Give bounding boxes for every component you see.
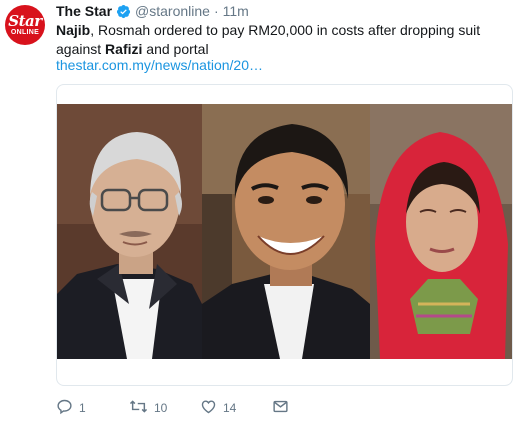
retweet-icon xyxy=(129,398,148,418)
photo-man-grey-hair xyxy=(57,104,202,359)
mention-rafizi: Rafizi xyxy=(105,41,143,57)
retweet-button[interactable]: 10 xyxy=(129,398,167,418)
tweet-header: The Star @staronline · 11m xyxy=(56,3,249,19)
card-image[interactable] xyxy=(57,104,512,359)
avatar-logo-text: Star xyxy=(8,11,42,30)
heart-icon xyxy=(200,398,217,418)
direct-message-button[interactable] xyxy=(272,398,289,418)
avatar-logo-subtext: ONLINE xyxy=(10,28,40,36)
link-card[interactable] xyxy=(56,84,513,386)
like-button[interactable]: 14 xyxy=(200,398,236,418)
reply-count: 1 xyxy=(79,401,86,415)
author-handle[interactable]: @staronline xyxy=(135,3,210,19)
like-count: 14 xyxy=(223,401,237,415)
photo-man-smiling xyxy=(202,104,370,359)
envelope-icon xyxy=(272,398,289,418)
tweet[interactable]: Star ONLINE The Star @staronline · 11m N… xyxy=(0,0,524,423)
article-link[interactable]: thestar.com.my/news/nation/20… xyxy=(56,57,263,73)
mention-najib: Najib xyxy=(56,22,91,38)
verified-badge-icon xyxy=(116,4,131,19)
reply-icon xyxy=(56,398,73,418)
reply-button[interactable]: 1 xyxy=(56,398,86,418)
avatar[interactable]: Star ONLINE xyxy=(5,5,45,45)
separator-dot: · xyxy=(213,3,219,19)
photo-woman-red-scarf xyxy=(370,104,512,359)
tweet-timestamp[interactable]: 11m xyxy=(223,3,249,19)
retweet-count: 10 xyxy=(154,401,168,415)
tweet-text-segment-end: and portal xyxy=(142,41,209,57)
author-name[interactable]: The Star xyxy=(56,3,112,19)
tweet-text: Najib, Rosmah ordered to pay RM20,000 in… xyxy=(56,21,516,59)
